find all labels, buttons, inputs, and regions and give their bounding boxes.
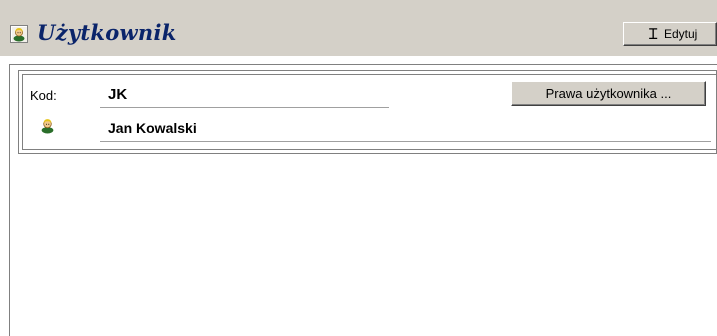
edit-button[interactable]: Ɪ Edytuj	[623, 22, 717, 46]
code-label: Kod:	[30, 88, 57, 103]
code-field-underline	[100, 107, 389, 108]
user-rights-button-label: Prawa użytkownika ...	[545, 86, 672, 101]
header-bar: Użytkownik Ɪ Edytuj	[0, 0, 717, 56]
page-title: Użytkownik	[37, 20, 177, 45]
user-rights-button[interactable]: Prawa użytkownika ...	[511, 81, 706, 106]
text-cursor-icon: Ɪ	[649, 25, 658, 43]
user-icon	[39, 117, 56, 134]
user-icon	[10, 25, 28, 43]
edit-button-label: Edytuj	[664, 27, 698, 41]
name-field-underline	[100, 141, 711, 142]
code-value: JK	[108, 86, 128, 103]
user-name-value: Jan Kowalski	[108, 120, 197, 136]
